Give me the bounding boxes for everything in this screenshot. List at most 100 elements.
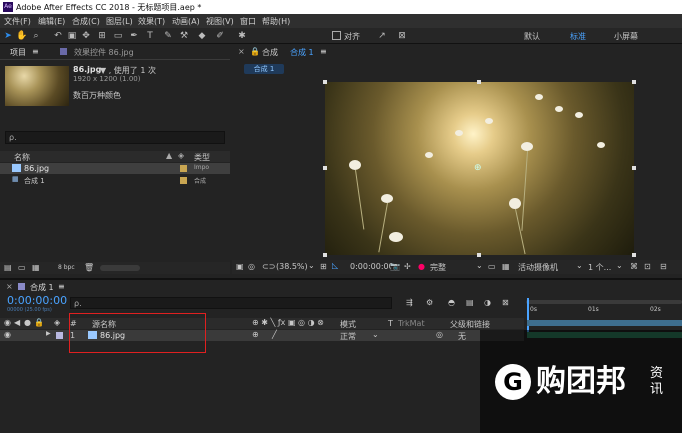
comp-breadcrumb[interactable]: 合成 1 — [244, 64, 284, 74]
draft-3d-icon[interactable]: ⚙ — [426, 298, 433, 307]
solo-header-icon[interactable]: ● — [24, 318, 31, 327]
transform-handle[interactable] — [632, 166, 636, 170]
new-composition-icon[interactable]: ▦ — [32, 263, 40, 272]
menu-animation[interactable]: 动画(A) — [172, 16, 200, 27]
mask-visibility-icon[interactable]: ◎ — [248, 262, 255, 271]
lock-icon[interactable]: 🔒 — [250, 47, 260, 56]
comp-mini-flowchart-icon[interactable]: ⇶ — [406, 298, 413, 307]
anchor-tool-icon[interactable]: ⊞ — [96, 30, 108, 42]
lock-header-icon[interactable]: 🔒 — [34, 318, 44, 327]
clone-stamp-tool-icon[interactable]: ⚒ — [178, 30, 190, 42]
timeline-timecode[interactable]: 0:00:00:00 — [7, 294, 67, 307]
menu-edit[interactable]: 编辑(E) — [38, 16, 65, 27]
selection-tool-icon[interactable]: ➤ — [2, 30, 14, 42]
timeline-tab[interactable]: 合成 1 — [30, 282, 54, 293]
puppet-tool-icon[interactable]: ✱ — [236, 30, 248, 42]
views-select[interactable]: 1 个... — [588, 262, 611, 273]
mask-toggle-icon[interactable]: ◺ — [332, 261, 338, 270]
expand-layer-icon[interactable]: ▶ — [46, 330, 51, 337]
hand-tool-icon[interactable]: ✋ — [16, 30, 28, 42]
vr-icon[interactable]: ⊂⊃ — [262, 262, 275, 271]
rotate-tool-icon[interactable]: ↶ — [52, 30, 64, 42]
comp-tab[interactable]: 合成 1 — [290, 47, 314, 58]
transform-handle[interactable] — [632, 253, 636, 257]
transparency-grid-icon[interactable]: ▦ — [502, 262, 510, 271]
pen-tool-icon[interactable]: ✒ — [128, 30, 140, 42]
menu-view[interactable]: 视图(V) — [206, 16, 234, 27]
menu-effect[interactable]: 效果(T) — [138, 16, 165, 27]
thumbnail-scrollbar[interactable] — [100, 265, 140, 271]
transform-handle[interactable] — [323, 80, 327, 84]
anchor-point-icon[interactable]: ⊕ — [474, 163, 482, 173]
zoom-level[interactable]: (38.5%) — [276, 262, 308, 271]
camera-tool-icon[interactable]: ▣ — [66, 30, 78, 42]
shy-layers-icon[interactable]: ◓ — [448, 298, 455, 307]
dropdown-chevron-icon[interactable]: ⌄ — [476, 261, 483, 270]
bit-depth-button[interactable]: 8 bpc — [58, 264, 75, 271]
flowchart-icon[interactable]: ⊟ — [660, 262, 667, 271]
camera-select[interactable]: 活动摄像机 — [518, 262, 558, 273]
timeline-zoom-bar[interactable] — [526, 300, 682, 304]
project-tab[interactable]: 项目 — [10, 47, 26, 58]
transform-handle[interactable] — [477, 80, 481, 84]
visibility-icon[interactable]: ◉ — [4, 330, 11, 339]
rectangle-tool-icon[interactable]: ▭ — [112, 30, 124, 42]
panel-menu-icon[interactable]: ≡ — [58, 282, 65, 291]
col-mode-header[interactable]: 模式 — [340, 319, 356, 330]
pan-behind-tool-icon[interactable]: ✥ — [80, 30, 92, 42]
eraser-tool-icon[interactable]: ◆ — [196, 30, 208, 42]
snap-checkbox[interactable] — [332, 31, 341, 40]
transform-handle[interactable] — [632, 80, 636, 84]
dropdown-chevron-icon[interactable]: ⌄ — [576, 261, 583, 270]
zoom-tool-icon[interactable]: ⌕ — [30, 30, 42, 42]
panel-menu-icon[interactable]: ≡ — [320, 47, 327, 56]
new-folder-icon[interactable]: ▭ — [18, 263, 26, 272]
menu-file[interactable]: 文件(F) — [4, 16, 31, 27]
timeline-search-input[interactable]: ρ. — [70, 297, 392, 309]
reset-exposure-icon[interactable]: ⌘ — [630, 262, 638, 271]
menu-help[interactable]: 帮助(H) — [262, 16, 290, 27]
transform-handle[interactable] — [323, 253, 327, 257]
magnify-icon[interactable]: ▣ — [236, 262, 244, 271]
layer-label-swatch[interactable] — [56, 332, 63, 339]
panel-close-icon[interactable]: × — [6, 282, 13, 291]
work-area-bar[interactable] — [527, 320, 682, 326]
delete-icon[interactable]: 🗑 — [84, 263, 94, 272]
dropdown-chevron-icon[interactable]: ⌄ — [616, 261, 623, 270]
transform-handle[interactable] — [323, 166, 327, 170]
brush-tool-icon[interactable]: ✎ — [162, 30, 174, 42]
audio-header-icon[interactable]: ◀ — [14, 318, 20, 327]
type-tool-icon[interactable]: T — [144, 30, 156, 42]
workspace-standard[interactable]: 标准 — [570, 31, 586, 42]
panel-close-icon[interactable]: × — [238, 47, 245, 56]
col-type-header[interactable]: 类型 — [194, 152, 210, 163]
sort-up-icon[interactable]: ▲ — [166, 151, 172, 160]
panel-menu-icon[interactable]: ≡ — [32, 47, 39, 56]
channel-icon[interactable]: ● — [418, 262, 425, 271]
project-search-input[interactable]: ρ. — [5, 131, 225, 144]
fast-preview-icon[interactable]: ⊡ — [644, 262, 651, 271]
dropdown-chevron-icon[interactable]: ⌄ — [308, 261, 315, 270]
roto-brush-tool-icon[interactable]: ✐ — [214, 30, 226, 42]
col-name-header[interactable]: 名称 — [14, 152, 30, 163]
comp-timecode[interactable]: 0:00:00:00 — [350, 262, 394, 271]
effects-controls-tab[interactable]: 效果控件 86.jpg — [74, 47, 134, 58]
layer-parent-select[interactable]: 无 — [458, 331, 466, 342]
label-header-icon[interactable]: ◈ — [54, 318, 60, 327]
label-color-swatch[interactable] — [180, 165, 187, 172]
project-item-row[interactable]: 86.jpg Impo — [0, 163, 230, 174]
parent-pickwhip-icon[interactable]: ◎ — [436, 330, 443, 339]
grid-options-icon[interactable]: ⊞ — [320, 262, 327, 271]
region-interest-icon[interactable]: ▭ — [488, 262, 496, 271]
layer-quality-switch-icon[interactable]: ╱ — [272, 330, 277, 339]
snap-edges-icon[interactable]: ⊠ — [396, 30, 408, 42]
label-tag-icon[interactable]: ◈ — [178, 151, 184, 160]
playhead[interactable] — [527, 298, 529, 334]
workspace-small-screen[interactable]: 小屏幕 — [614, 31, 638, 42]
graph-editor-icon[interactable]: ⊠ — [502, 298, 509, 307]
col-parent-header[interactable]: 父级和链接 — [450, 319, 490, 330]
menu-layer[interactable]: 图层(L) — [106, 16, 133, 27]
quality-select[interactable]: 完整 — [430, 262, 446, 273]
project-item-row[interactable]: ▦ 合成 1 合成 — [0, 175, 230, 186]
eye-header-icon[interactable]: ◉ — [4, 318, 11, 327]
